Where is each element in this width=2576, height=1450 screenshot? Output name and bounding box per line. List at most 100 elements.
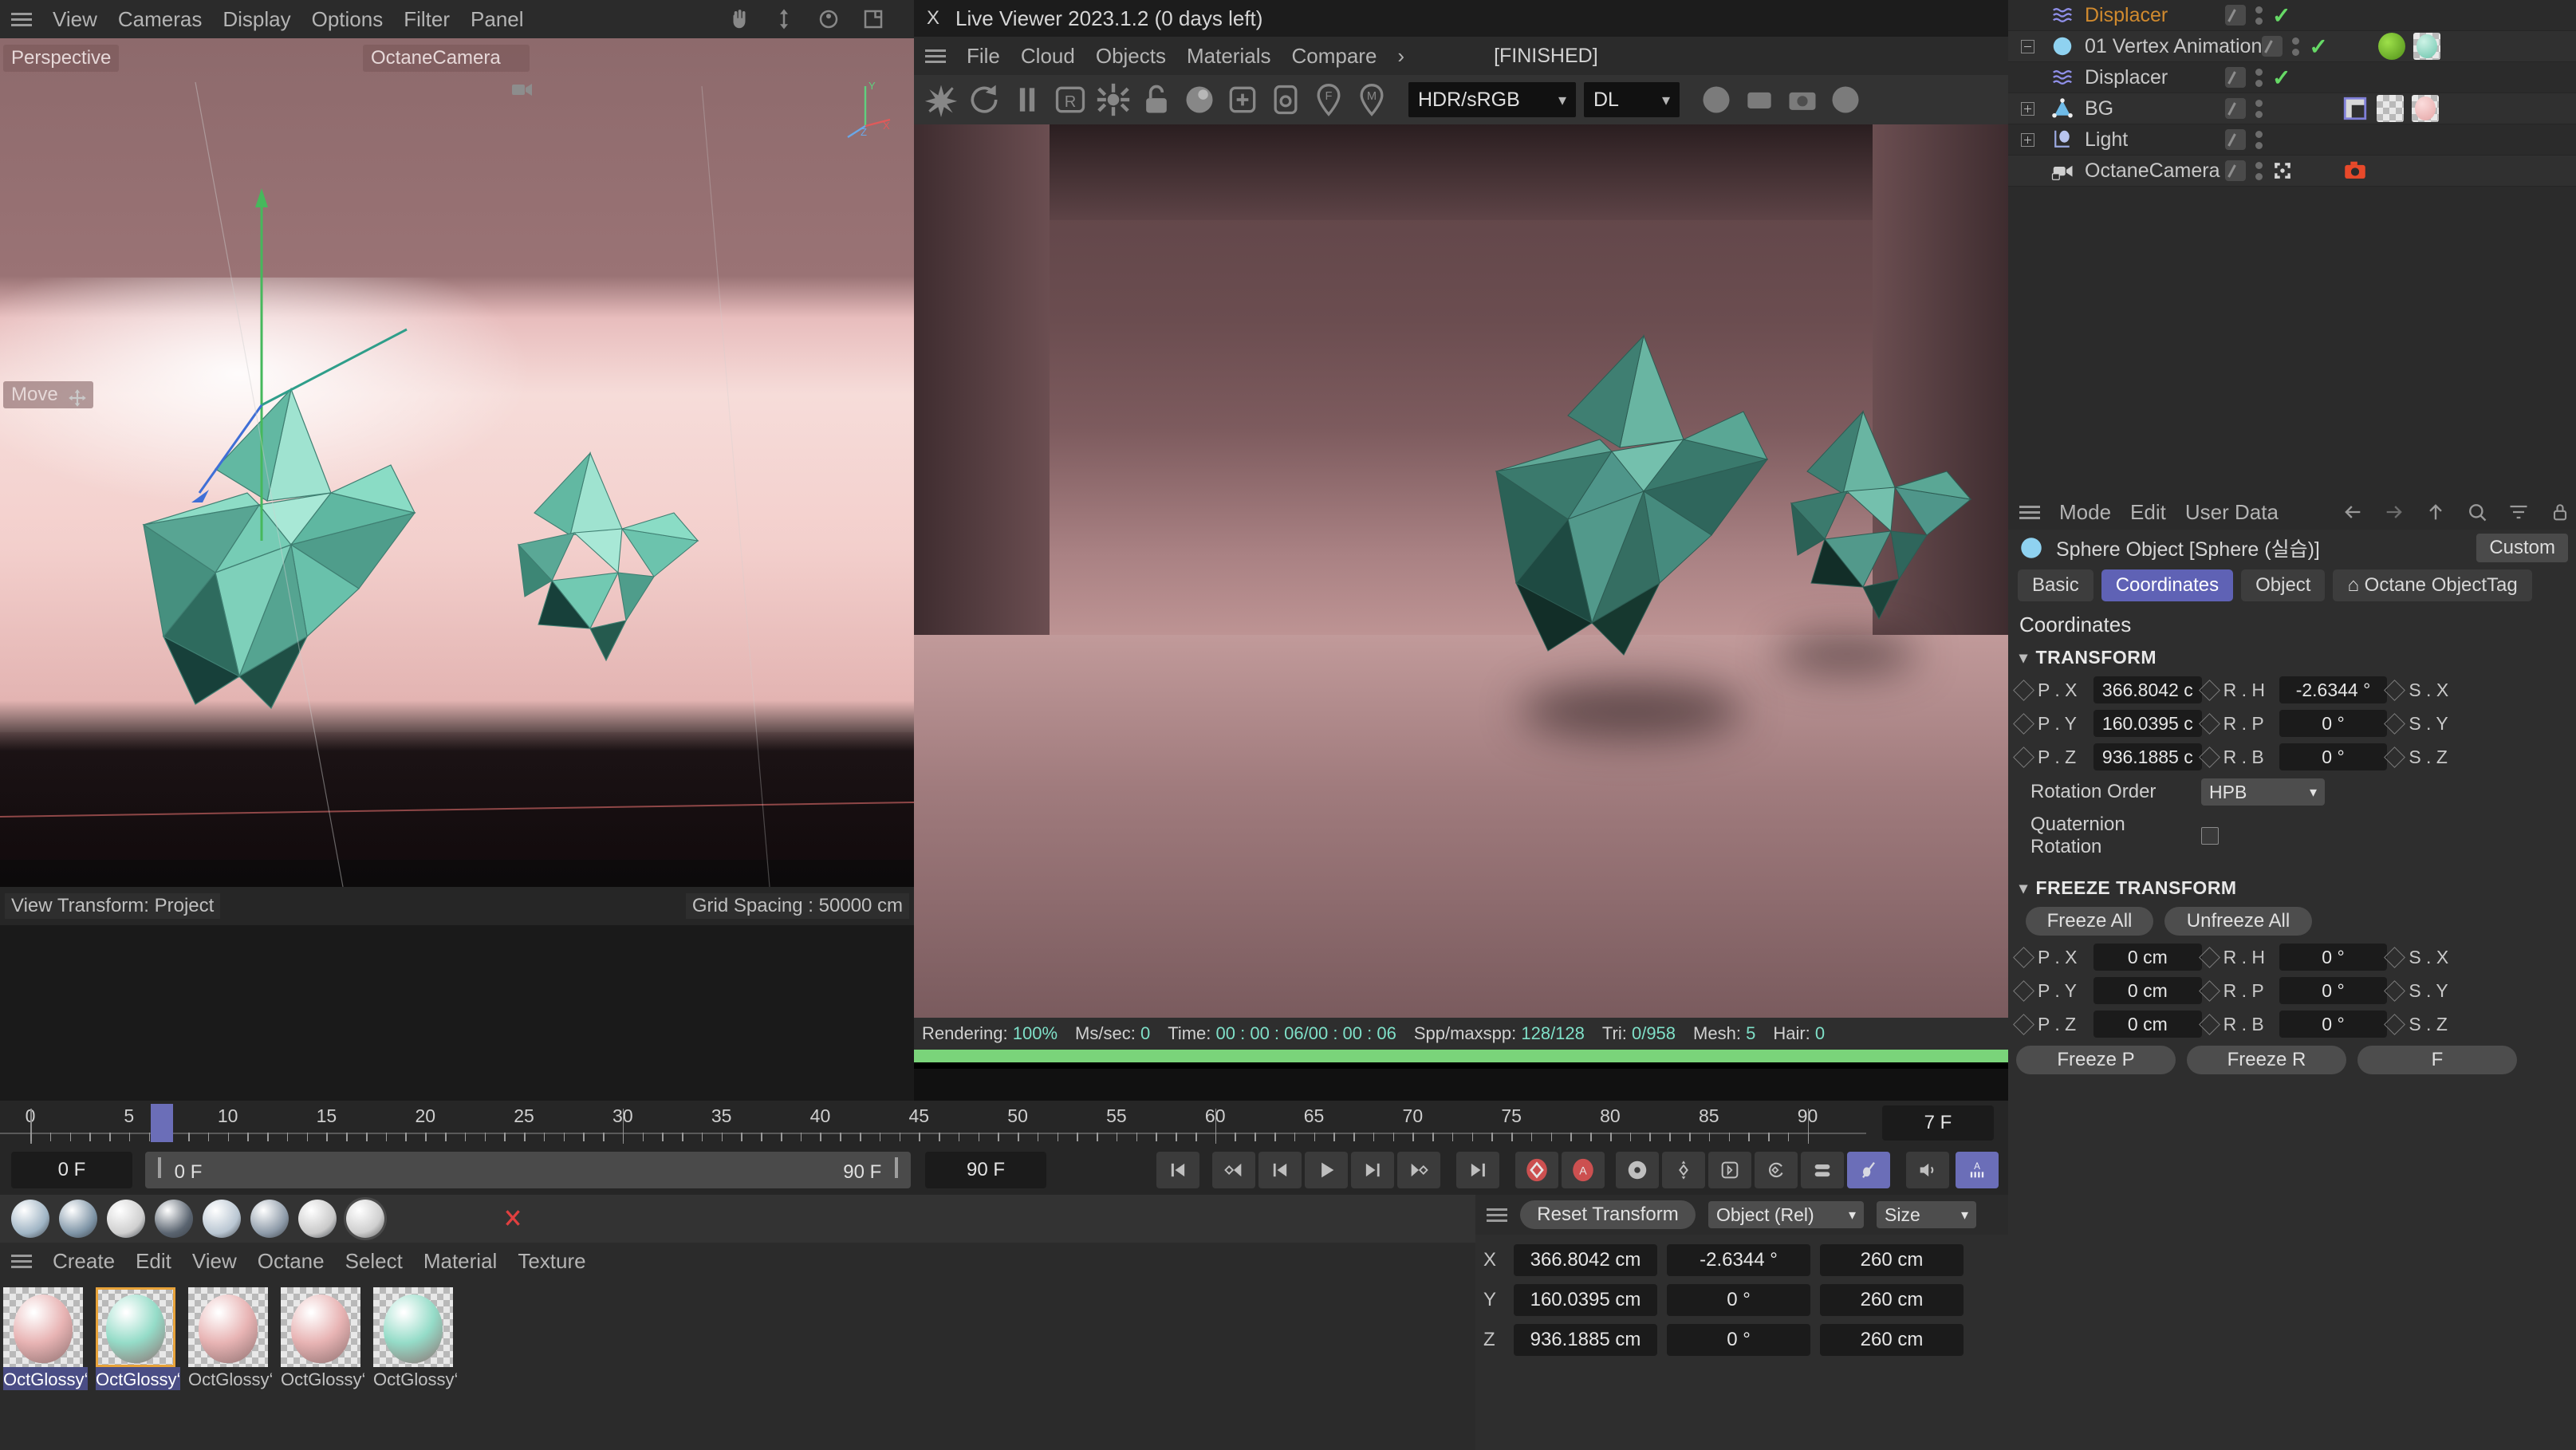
- attribute-hamburger-icon[interactable]: [2019, 504, 2040, 520]
- reset-transform-button[interactable]: Reset Transform: [1520, 1200, 1696, 1229]
- playback-bar[interactable]: 0 F 0 F 90 F 90 F A A: [0, 1145, 2008, 1195]
- keyframe-diamond-icon[interactable]: [2198, 1013, 2220, 1035]
- live-viewer-panel[interactable]: X Live Viewer 2023.1.2 (0 days left) Fil…: [914, 0, 2008, 1101]
- freeze-p-field-1[interactable]: P . Y 0 cm: [2013, 977, 2202, 1004]
- record-keyframe-button[interactable]: [1515, 1152, 1558, 1188]
- attribute-tab--octane-objecttag[interactable]: ⌂ Octane ObjectTag: [2333, 569, 2532, 601]
- object-manager[interactable]: Displacer ✓ 01 Vertex Animation ✓ Displacer ✓…: [2008, 0, 2576, 494]
- position-input[interactable]: 366.8042 cm: [1514, 1244, 1657, 1276]
- viewport-camera-label[interactable]: OctaneCamera: [363, 45, 530, 72]
- viewport-perspective-label[interactable]: Perspective: [3, 45, 120, 72]
- material-sphere-icon[interactable]: [1182, 82, 1217, 117]
- visibility-dots[interactable]: [2255, 130, 2263, 149]
- edit-flag-icon[interactable]: [2225, 129, 2246, 150]
- mm-menu-texture[interactable]: Texture: [518, 1249, 585, 1274]
- visibility-dots[interactable]: [2255, 68, 2263, 87]
- viewport-menu-filter[interactable]: Filter: [404, 7, 450, 32]
- object-picker-icon[interactable]: [1268, 82, 1303, 117]
- material-preset-universal-sphere[interactable]: [346, 1200, 384, 1238]
- collapse-minus-icon[interactable]: [2020, 39, 2034, 53]
- freeze-r-field-0[interactable]: R . H 0 °: [2198, 944, 2388, 971]
- viewport-menu-view[interactable]: View: [53, 7, 97, 32]
- coordinate-manager[interactable]: Reset Transform Object (Rel) ▾ Size ▾ X 366…: [1475, 1195, 2008, 1450]
- expand-plus-icon[interactable]: [2020, 101, 2034, 116]
- material-preview[interactable]: [3, 1287, 83, 1367]
- keyframe-diamond-icon[interactable]: [2384, 979, 2406, 1002]
- field-value[interactable]: 0 °: [2279, 944, 2388, 971]
- search-icon[interactable]: [2466, 501, 2488, 523]
- keyframe-diamond-icon[interactable]: [2013, 1013, 2034, 1035]
- transform-p-field-0[interactable]: P . X 366.8042 c: [2013, 676, 2202, 703]
- transform-p-field-2[interactable]: P . Z 936.1885 c: [2013, 743, 2202, 770]
- transform-r-field-2[interactable]: R . B 0 °: [2198, 743, 2388, 770]
- keyframe-diamond-icon[interactable]: [2198, 979, 2220, 1002]
- keyframe-diamond-icon[interactable]: [2013, 979, 2034, 1002]
- timeline-ticks[interactable]: 051015202530354045505560657075808590: [0, 1101, 1866, 1145]
- am-menu-user-data[interactable]: User Data: [2185, 500, 2279, 525]
- rotation-input[interactable]: 0 °: [1667, 1324, 1810, 1356]
- viewport-menu-panel[interactable]: Panel: [471, 7, 524, 32]
- object-tags[interactable]: [2373, 33, 2576, 60]
- focus-picker-icon[interactable]: F: [1311, 82, 1346, 117]
- settings-gear-icon[interactable]: [1096, 82, 1131, 117]
- material-item[interactable]: OctGlossy‘: [96, 1287, 180, 1390]
- attribute-manager[interactable]: Mode Edit User Data Sphere Object [Spher…: [2008, 494, 2576, 1450]
- kernel-select[interactable]: DL ▾: [1584, 82, 1680, 117]
- stop-render-icon[interactable]: [924, 82, 959, 117]
- perspective-viewport[interactable]: View Cameras Display Options Filter Pane…: [0, 0, 914, 925]
- position-input[interactable]: 160.0395 cm: [1514, 1284, 1657, 1316]
- size-input[interactable]: 260 cm: [1820, 1324, 1964, 1356]
- keyframe-diamond-icon[interactable]: [2013, 746, 2034, 768]
- step-back-button[interactable]: [1258, 1152, 1302, 1188]
- keyframe-diamond-icon[interactable]: [2198, 946, 2220, 968]
- object-row-displacer[interactable]: Displacer ✓: [2008, 62, 2576, 93]
- point-level-anim-button[interactable]: [1847, 1152, 1890, 1188]
- material-item[interactable]: OctGlossy‘: [188, 1287, 273, 1390]
- panel-icon[interactable]: [861, 7, 885, 31]
- field-value[interactable]: 936.1885 c: [2093, 743, 2202, 770]
- attribute-tab-object[interactable]: Object: [2241, 569, 2326, 601]
- lock-icon[interactable]: [2549, 501, 2571, 523]
- keyframe-diamond-icon[interactable]: [2384, 712, 2406, 735]
- record-param-button[interactable]: [1801, 1152, 1844, 1188]
- freeze-s-field-1[interactable]: S . Y: [2384, 977, 2573, 1004]
- material-preview[interactable]: [96, 1287, 175, 1367]
- sphere-preview-icon[interactable]: [1699, 82, 1734, 117]
- visibility-dots[interactable]: [2255, 6, 2263, 25]
- timeline-ruler[interactable]: 051015202530354045505560657075808590 7 F: [0, 1101, 2008, 1145]
- restart-render-icon[interactable]: [967, 82, 1002, 117]
- field-value[interactable]: 0 cm: [2093, 1011, 2202, 1038]
- viewport-menu-display[interactable]: Display: [223, 7, 290, 32]
- mm-menu-octane[interactable]: Octane: [258, 1249, 325, 1274]
- record-scale-button[interactable]: [1708, 1152, 1751, 1188]
- timeline-playhead[interactable]: [151, 1104, 174, 1142]
- transform-s-field-0[interactable]: S . X: [2384, 676, 2573, 703]
- object-row-displacer[interactable]: Displacer ✓: [2008, 0, 2576, 31]
- viewport-menu-cameras[interactable]: Cameras: [118, 7, 202, 32]
- object-tags[interactable]: [2337, 95, 2576, 122]
- material-preview[interactable]: [281, 1287, 360, 1367]
- keyframe-diamond-icon[interactable]: [2198, 746, 2220, 768]
- keyframe-diamond-icon[interactable]: [2013, 712, 2034, 735]
- keyframe-diamond-icon[interactable]: [2013, 679, 2034, 701]
- keyframe-diamond-icon[interactable]: [2384, 946, 2406, 968]
- prev-keyframe-button[interactable]: [1212, 1152, 1255, 1188]
- coordinate-size-dropdown[interactable]: Size ▾: [1877, 1201, 1976, 1228]
- object-row-light[interactable]: Light: [2008, 124, 2576, 156]
- pause-icon[interactable]: [1010, 82, 1045, 117]
- live-viewer-render-area[interactable]: [914, 124, 2008, 1069]
- filter-icon[interactable]: [2507, 501, 2530, 523]
- material-preset-specular-sphere[interactable]: [107, 1200, 145, 1238]
- up-arrow-icon[interactable]: [2424, 501, 2447, 523]
- lock-icon[interactable]: [1139, 82, 1174, 117]
- rendered-image[interactable]: [914, 124, 2008, 1018]
- camera-icon[interactable]: [1785, 82, 1820, 117]
- position-input[interactable]: 936.1885 cm: [1514, 1324, 1657, 1356]
- visibility-dots[interactable]: [2292, 37, 2300, 56]
- transform-r-field-1[interactable]: R . P 0 °: [2198, 710, 2388, 737]
- lv-menu-materials[interactable]: Materials: [1187, 44, 1270, 69]
- back-arrow-icon[interactable]: [2342, 501, 2364, 523]
- live-viewer-hamburger-icon[interactable]: [925, 48, 946, 64]
- keyframe-diamond-icon[interactable]: [2198, 712, 2220, 735]
- freeze-p-field-0[interactable]: P . X 0 cm: [2013, 944, 2202, 971]
